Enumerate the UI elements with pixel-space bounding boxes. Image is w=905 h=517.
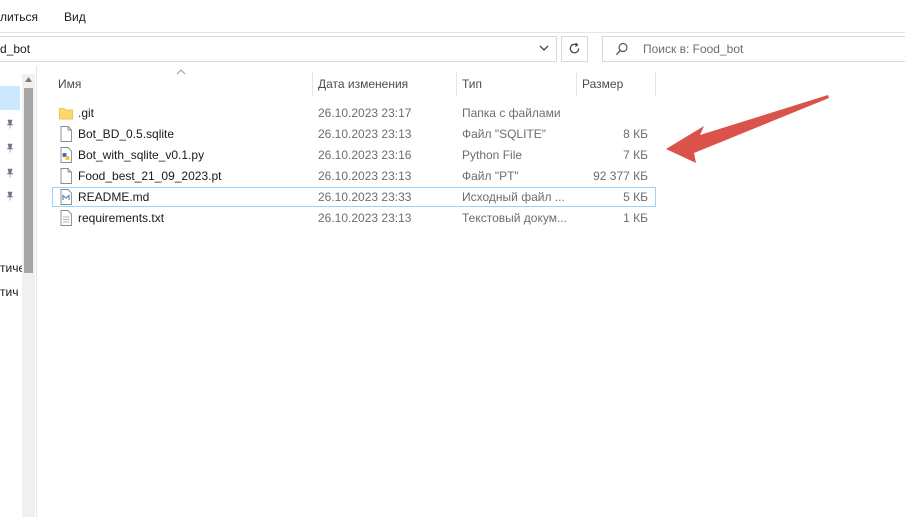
file-type: Исходный файл ... [462, 190, 565, 204]
folder-icon [59, 108, 73, 120]
file-name: .git [78, 106, 95, 120]
ribbon: литься Вид [0, 0, 905, 33]
pin-icon[interactable] [5, 191, 15, 201]
file-icon [60, 126, 72, 142]
file-size: 7 КБ [623, 148, 648, 162]
address-row: d_bot Поиск в: Food_bot [0, 33, 905, 66]
pin-icon[interactable] [5, 168, 15, 178]
file-name: Food_best_21_09_2023.pt [78, 169, 222, 183]
file-date: 26.10.2023 23:13 [318, 169, 412, 183]
address-bar[interactable]: d_bot [0, 36, 557, 62]
file-type: Папка с файлами [462, 106, 561, 120]
nav-selected-item[interactable] [0, 86, 20, 110]
file-size: 5 КБ [623, 190, 648, 204]
file-date: 26.10.2023 23:13 [318, 211, 412, 225]
file-size: 92 377 КБ [593, 169, 648, 183]
column-header-type[interactable]: Тип [457, 69, 575, 97]
file-type: Файл "PT" [462, 169, 519, 183]
nav-item-label[interactable]: тич [0, 285, 18, 299]
file-row-sqlite[interactable]: Bot_BD_0.5.sqlite 26.10.2023 23:13 Файл … [52, 124, 656, 144]
file-date: 26.10.2023 23:17 [318, 106, 412, 120]
refresh-button[interactable] [561, 36, 588, 62]
file-row-pt[interactable]: Food_best_21_09_2023.pt 26.10.2023 23:13… [52, 166, 656, 186]
file-name: README.md [78, 190, 150, 204]
file-row-git[interactable]: .git 26.10.2023 23:17 Папка с файлами [52, 103, 656, 123]
file-date: 26.10.2023 23:13 [318, 127, 412, 141]
file-name: Bot_BD_0.5.sqlite [78, 127, 175, 141]
column-header-date[interactable]: Дата изменения [313, 69, 456, 97]
file-size: 1 КБ [623, 211, 648, 225]
column-header-size[interactable]: Размер [577, 69, 655, 97]
python-file-icon [60, 147, 72, 163]
address-path: d_bot [0, 42, 31, 56]
file-row-requirements[interactable]: requirements.txt 26.10.2023 23:13 Тексто… [52, 208, 656, 228]
markdown-file-icon [60, 189, 72, 205]
text-file-icon [60, 210, 72, 226]
file-type: Текстовый докум... [462, 211, 567, 225]
tab-share[interactable]: литься [0, 10, 38, 24]
column-header-name[interactable]: Имя [52, 69, 312, 97]
file-date: 26.10.2023 23:33 [318, 190, 412, 204]
nav-scrollbar-thumb[interactable] [24, 88, 33, 273]
tab-view[interactable]: Вид [64, 10, 86, 24]
pin-icon[interactable] [5, 143, 15, 153]
file-size: 8 КБ [623, 127, 648, 141]
file-row-python[interactable]: Bot_with_sqlite_v0.1.py 26.10.2023 23:16… [52, 145, 656, 165]
scroll-up-arrow-icon[interactable] [25, 76, 32, 83]
arrow-annotation-icon [666, 95, 829, 163]
column-divider[interactable] [655, 72, 656, 96]
file-name: requirements.txt [78, 211, 165, 225]
chevron-down-icon[interactable] [538, 42, 550, 54]
file-date: 26.10.2023 23:16 [318, 148, 412, 162]
navigation-pane: тиче тич [0, 66, 37, 517]
search-input[interactable]: Поиск в: Food_bot [643, 42, 743, 56]
search-icon [616, 42, 628, 55]
file-type: Python File [462, 148, 523, 162]
file-type: Файл "SQLITE" [462, 127, 547, 141]
search-box[interactable]: Поиск в: Food_bot [602, 36, 905, 62]
pin-icon[interactable] [5, 119, 15, 129]
file-row-readme[interactable]: README.md 26.10.2023 23:33 Исходный файл… [52, 187, 656, 207]
file-icon [60, 168, 72, 184]
refresh-icon [569, 42, 580, 54]
file-name: Bot_with_sqlite_v0.1.py [78, 148, 205, 162]
